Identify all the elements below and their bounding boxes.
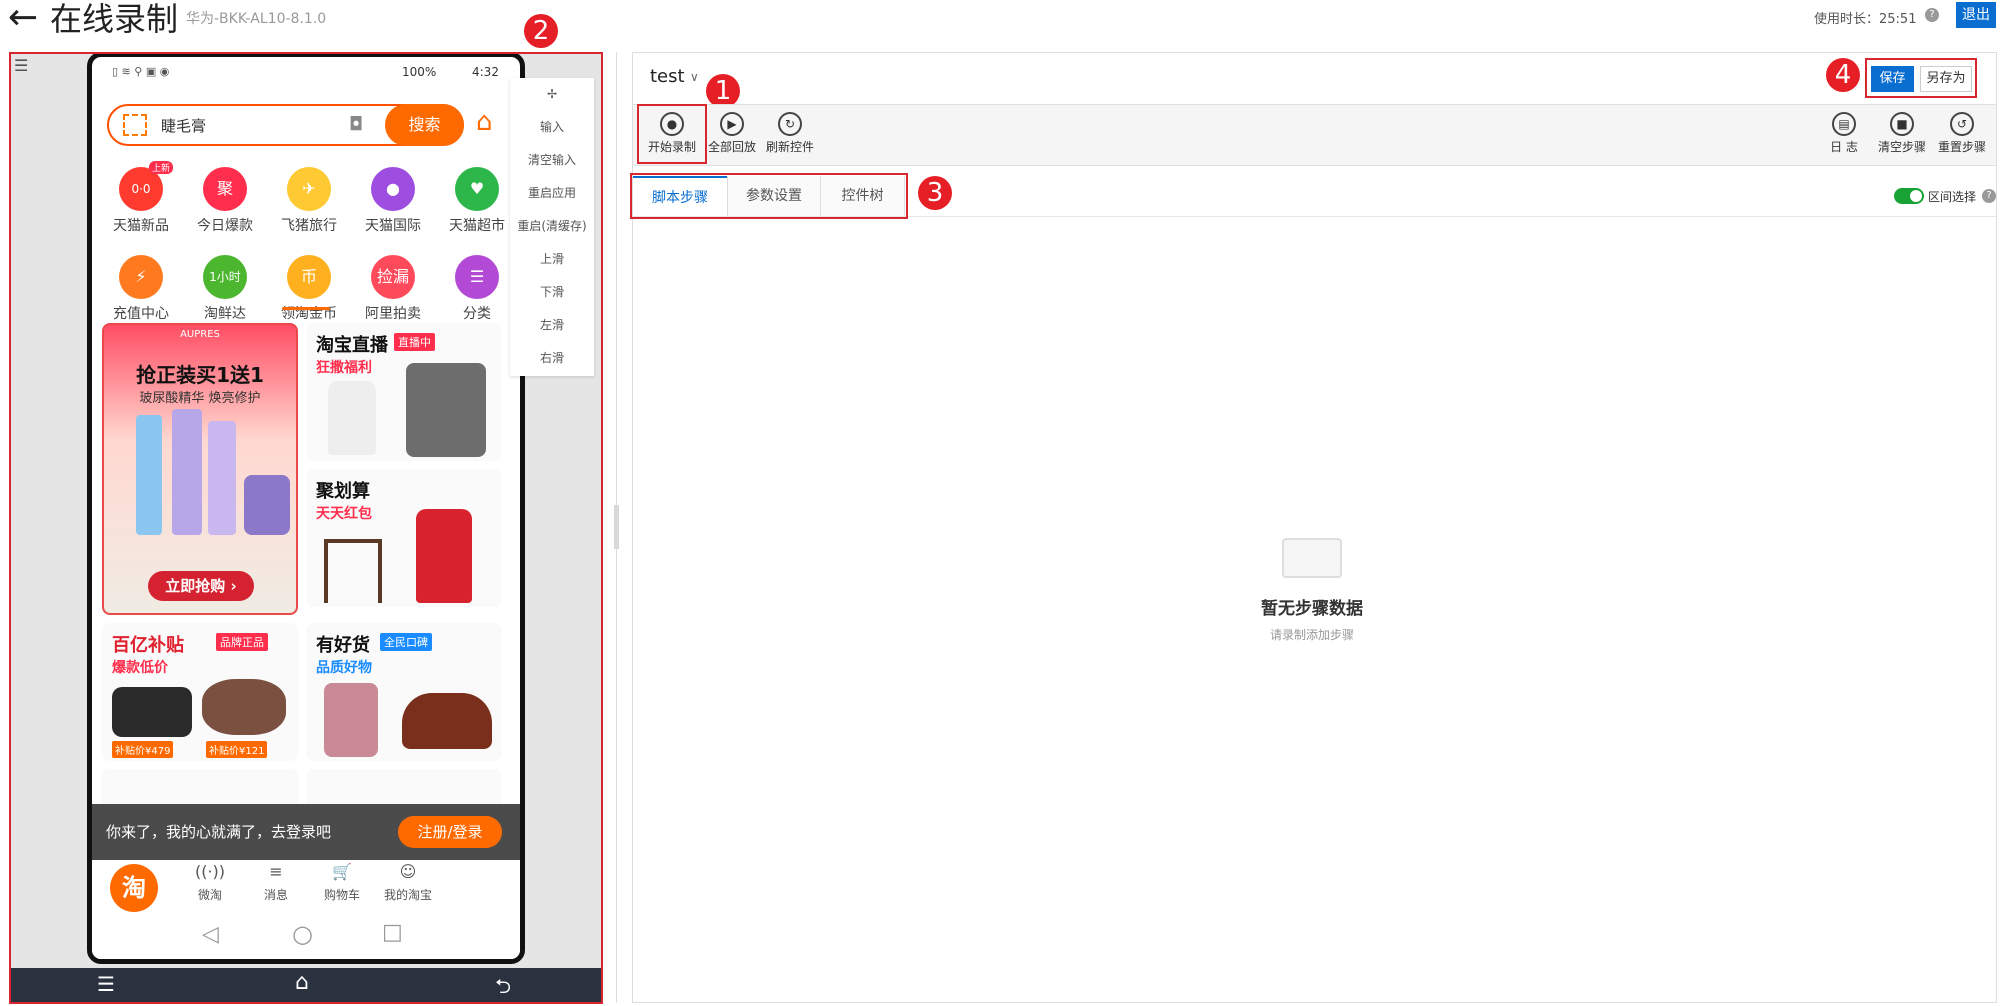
tool-label: 清空步骤 (1877, 140, 1926, 154)
device-label: 华为-BKK-AL10-8.1.0 (186, 11, 327, 27)
annotation-badge-2: 2 (524, 14, 558, 48)
chevron-down-icon[interactable]: ∨ (690, 70, 699, 84)
tool-icon: ▤ (1832, 112, 1856, 136)
tool-right-2[interactable]: ■ 清空步骤 (1872, 112, 1932, 155)
annotation-badge-3: 3 (918, 176, 952, 210)
exit-button[interactable]: 退出 (1956, 2, 1996, 28)
tool-icon: ▶ (720, 112, 744, 136)
tool-right-3[interactable]: ↺ 重置步骤 (1932, 112, 1992, 155)
page-title: 在线录制 (50, 0, 179, 38)
tool-icon: ↺ (1950, 112, 1974, 136)
tool-left-3[interactable]: ↻ 刷新控件 (760, 112, 820, 155)
annotation-badge-1: 1 (706, 74, 740, 108)
tool-label: 全部回放 (707, 140, 756, 154)
tool-label: 刷新控件 (765, 140, 814, 154)
empty-inbox-icon (1282, 538, 1342, 578)
annotation-box-2 (9, 52, 603, 1004)
toggle-knob (1910, 190, 1922, 202)
help-icon[interactable]: ? (1925, 8, 1939, 22)
help-icon[interactable]: ? (1982, 189, 1996, 203)
empty-title: 暂无步骤数据 (1261, 599, 1363, 619)
tool-label: 重置步骤 (1937, 140, 1986, 154)
tool-left-2[interactable]: ▶ 全部回放 (702, 112, 762, 155)
range-select-label: 区间选择 (1928, 190, 1977, 204)
annotation-box-4 (1865, 58, 1977, 98)
tool-label: 日 志 (1830, 140, 1858, 154)
toolbar (633, 104, 1996, 166)
empty-subtitle: 请录制添加步骤 (1269, 628, 1354, 642)
annotation-badge-4: 4 (1826, 58, 1860, 92)
tool-right-1[interactable]: ▤ 日 志 (1814, 112, 1874, 155)
usage-time: 使用时长：25:51 (1814, 12, 1917, 27)
splitter-grip[interactable] (614, 505, 619, 549)
back-arrow-icon[interactable]: ← (8, 0, 38, 38)
annotation-box-3 (630, 173, 908, 219)
script-name[interactable]: test (650, 66, 685, 87)
tool-icon: ■ (1890, 112, 1914, 136)
tool-icon: ↻ (778, 112, 802, 136)
range-select-toggle[interactable] (1894, 188, 1924, 204)
annotation-box-1 (637, 104, 707, 164)
